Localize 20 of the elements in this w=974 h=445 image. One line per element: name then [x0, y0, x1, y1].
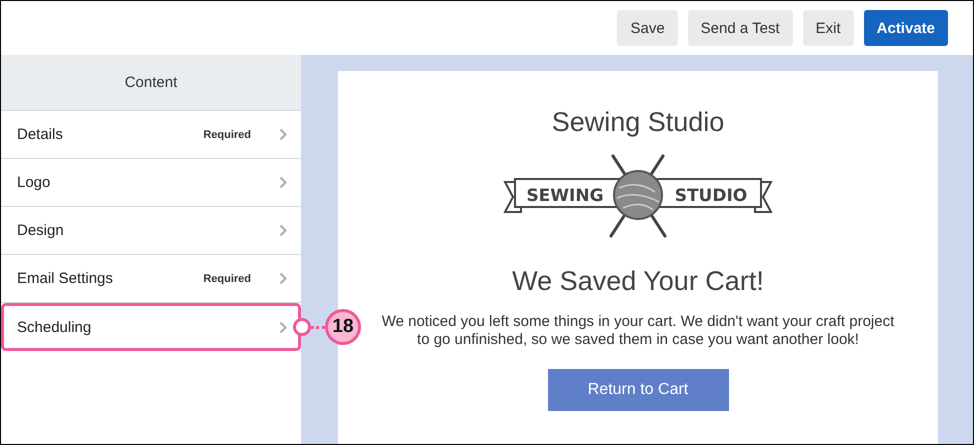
- callout-dot: [293, 318, 311, 336]
- chevron-right-icon: [279, 128, 287, 141]
- chevron-right-icon: [279, 224, 287, 237]
- return-to-cart-button[interactable]: Return to Cart: [548, 369, 728, 411]
- chevron-right-icon: [279, 272, 287, 285]
- required-label: Required: [203, 128, 251, 140]
- chevron-right-icon: [279, 176, 287, 189]
- toolbar-button[interactable]: Activate: [864, 10, 948, 46]
- chevron-right-icon: [279, 320, 287, 334]
- email-title: Sewing Studio: [552, 107, 724, 138]
- toolbar-button[interactable]: Send a Test: [688, 10, 793, 46]
- sidebar-header: Content: [1, 55, 301, 111]
- email-heading: We Saved Your Cart!: [512, 266, 764, 297]
- logo-text: STUDIO: [674, 186, 748, 206]
- logo-text: SEWING: [526, 186, 604, 206]
- email-message: We noticed you left some things in your cart. We didn't want your craft project to go unfinished, so we saved them in case you want another look!: [380, 313, 896, 349]
- toolbar-button[interactable]: Exit: [802, 10, 854, 46]
- toolbar-button[interactable]: Save: [617, 10, 678, 46]
- required-label: Required: [203, 272, 251, 284]
- sidebar-item[interactable]: Scheduling: [1, 303, 301, 351]
